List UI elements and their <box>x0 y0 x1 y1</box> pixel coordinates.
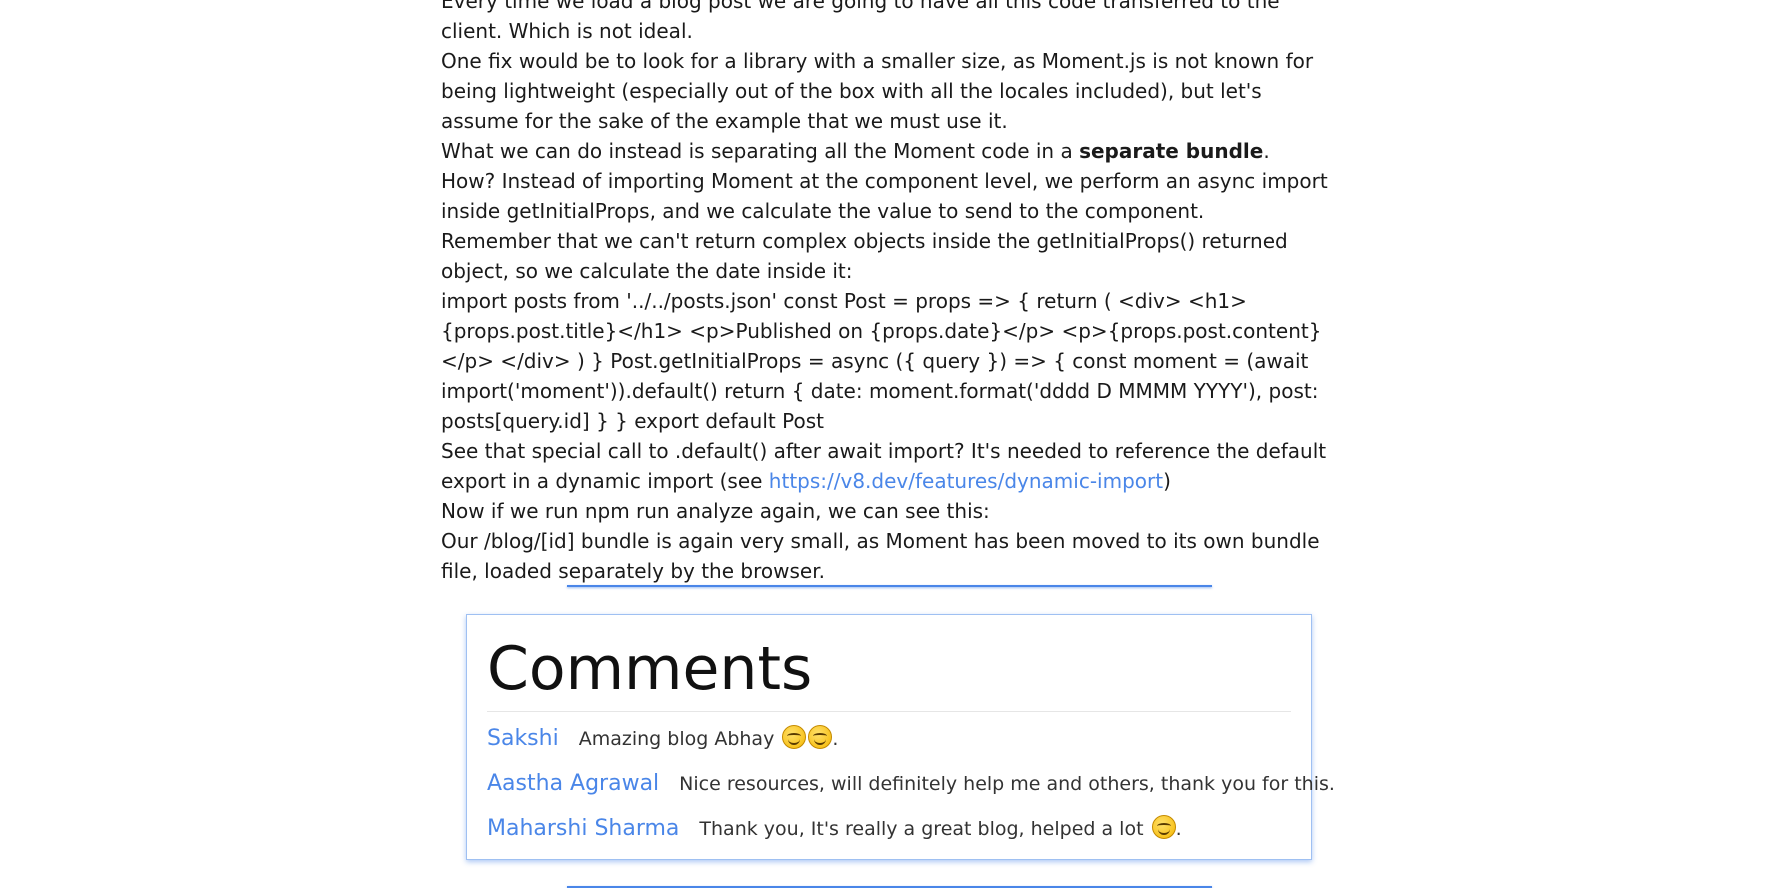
comment-text-body: Thank you, It's really a great blog, hel… <box>699 818 1150 840</box>
comment-text-suffix: . <box>832 728 839 750</box>
comment-author[interactable]: Sakshi <box>487 716 559 761</box>
comments-title: Comments <box>487 633 1291 712</box>
comment-author[interactable]: Aastha Agrawal <box>487 761 659 806</box>
paragraph: How? Instead of importing Moment at the … <box>441 169 1328 223</box>
paragraph-text: ) <box>1163 469 1171 493</box>
smiling-face-icon <box>808 725 833 749</box>
paragraph: See that special call to .default() afte… <box>441 436 1341 496</box>
paragraph: Now if we run npm run analyze again, we … <box>441 499 990 523</box>
comment-author[interactable]: Maharshi Sharma <box>487 806 679 851</box>
section-divider <box>567 585 1212 587</box>
dynamic-import-link[interactable]: https://v8.dev/features/dynamic-import <box>769 469 1163 493</box>
comment-item: Aastha Agrawal Nice resources, will defin… <box>487 761 1335 806</box>
comment-text-suffix: . <box>1175 818 1182 840</box>
paragraph-text: . <box>1263 139 1270 163</box>
article-body: Every time we load a blog post we are go… <box>441 0 1341 586</box>
comment-item: Maharshi Sharma Thank you, It's really a … <box>487 806 1291 851</box>
comment-text-body: Amazing blog Abhay <box>578 728 781 750</box>
smiling-face-icon <box>1151 815 1176 839</box>
paragraph: What we can do instead is separating all… <box>441 136 1341 166</box>
bold-text: separate bundle <box>1079 139 1264 163</box>
comment-text: Amazing blog Abhay . <box>578 717 839 762</box>
comment-text: Thank you, It's really a great blog, hel… <box>699 807 1182 852</box>
paragraph-text: What we can do instead is separating all… <box>441 139 1080 163</box>
comment-text-body: Nice resources, will definitely help me … <box>679 773 1335 795</box>
smiling-face-icon <box>782 725 807 749</box>
paragraph: Every time we load a blog post we are go… <box>441 0 1280 43</box>
comment-item: Sakshi Amazing blog Abhay . <box>487 716 1291 761</box>
paragraph: One fix would be to look for a library w… <box>441 49 1314 133</box>
comments-section: Comments Sakshi Amazing blog Abhay . Aasth… <box>466 614 1335 860</box>
paragraph: Remember that we can't return complex ob… <box>441 229 1288 283</box>
comment-text: Nice resources, will definitely help me … <box>679 762 1335 807</box>
comment-list: Sakshi Amazing blog Abhay . Aastha Agrawal… <box>487 716 1335 851</box>
code-block: import posts from '../../posts.json' con… <box>441 289 1322 433</box>
paragraph: Our /blog/[id] bundle is again very smal… <box>441 529 1320 583</box>
